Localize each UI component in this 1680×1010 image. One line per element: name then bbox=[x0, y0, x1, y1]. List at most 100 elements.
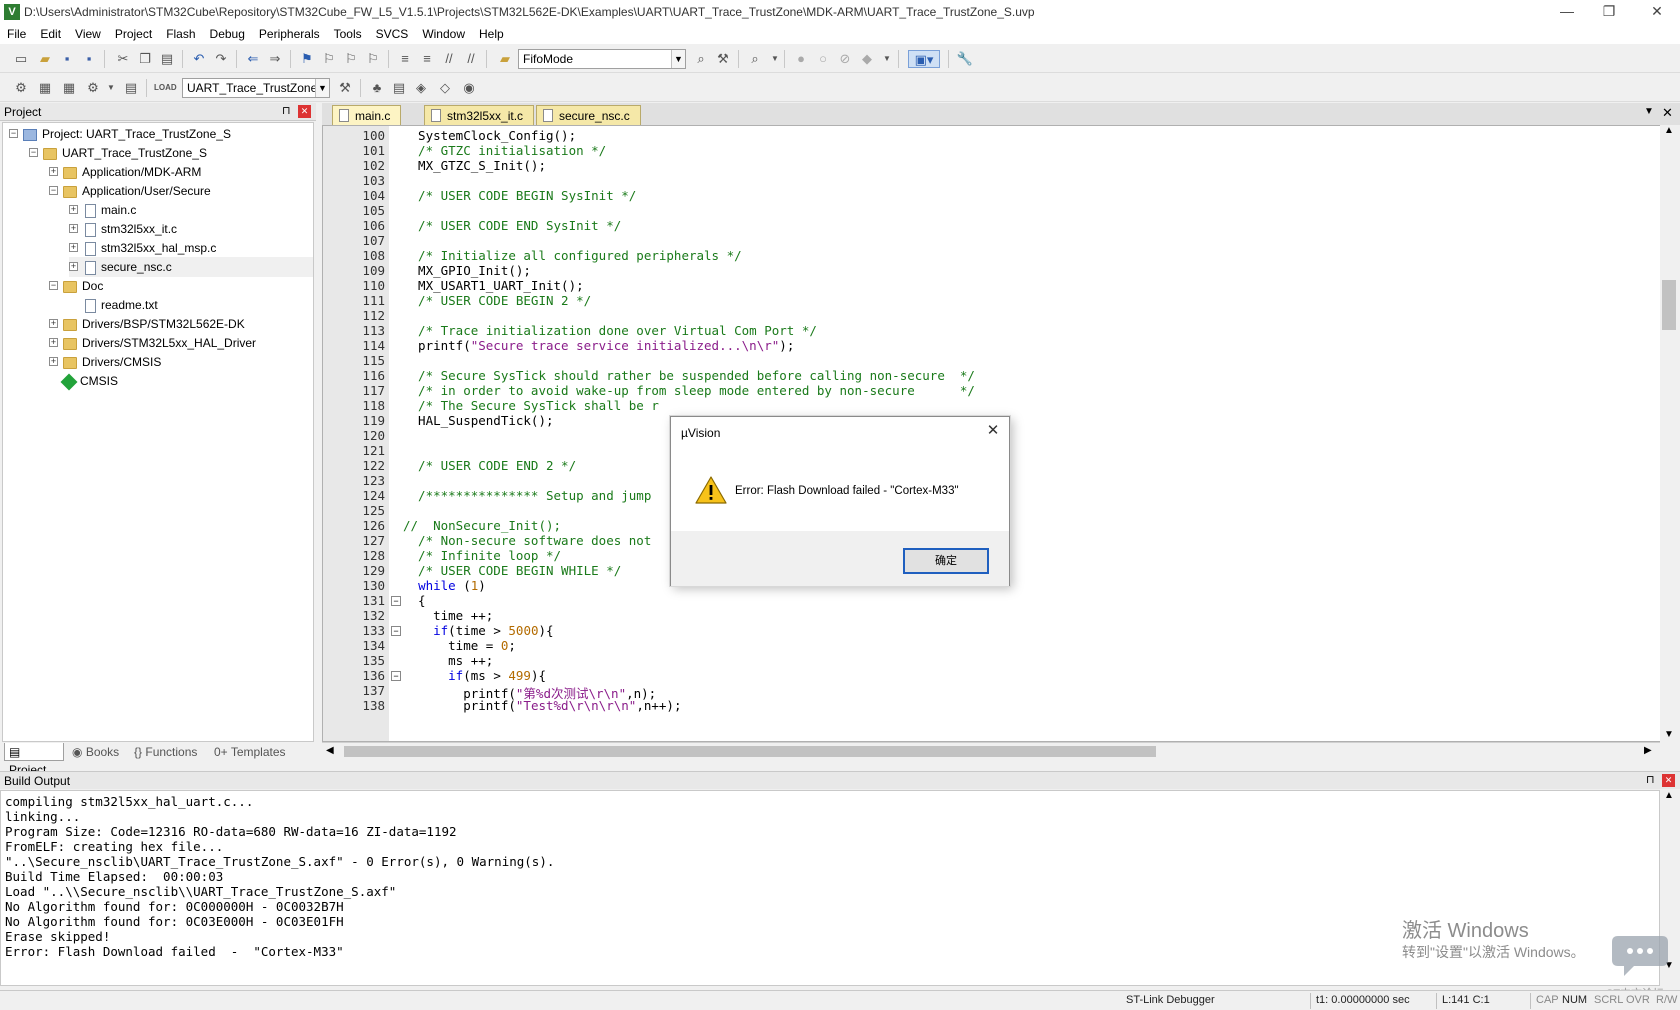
pin-icon[interactable]: ⊓ bbox=[1646, 773, 1655, 786]
next-bookmark-icon[interactable]: ⚐ bbox=[342, 50, 360, 68]
disable-all-breakpoints-icon[interactable]: ⊘ bbox=[836, 50, 854, 68]
tab-main-c[interactable]: main.c bbox=[332, 105, 402, 125]
dialog-close-icon[interactable]: ✕ bbox=[983, 421, 1003, 441]
menu-view[interactable]: View bbox=[68, 24, 108, 44]
debug-session-icon[interactable]: ⌕ bbox=[746, 50, 764, 68]
navigate-back-icon[interactable]: ⇐ bbox=[244, 50, 262, 68]
chevron-down-icon[interactable]: ▼ bbox=[671, 50, 685, 68]
manage-runtime-icon[interactable]: ▤ bbox=[390, 79, 408, 97]
collapse-icon[interactable]: − bbox=[29, 148, 38, 157]
select-packs-icon[interactable]: ◇ bbox=[436, 79, 454, 97]
new-file-icon[interactable]: ▭ bbox=[12, 50, 30, 68]
expand-icon[interactable]: + bbox=[49, 338, 58, 347]
close-pane-icon[interactable]: ✕ bbox=[1662, 774, 1675, 787]
scroll-left-icon[interactable]: ◀ bbox=[326, 745, 334, 756]
tab-templates[interactable]: 0+ Templates bbox=[210, 743, 290, 761]
tab-project[interactable]: ▤ Project bbox=[4, 743, 64, 777]
menu-window[interactable]: Window bbox=[415, 24, 472, 44]
tree-node-group[interactable]: + Drivers/BSP/STM32L562E-DK bbox=[49, 314, 245, 334]
paste-icon[interactable]: ▤ bbox=[158, 50, 176, 68]
prev-bookmark-icon[interactable]: ⚐ bbox=[320, 50, 338, 68]
expand-icon[interactable]: + bbox=[69, 262, 78, 271]
expand-icon[interactable]: + bbox=[69, 224, 78, 233]
expand-icon[interactable]: + bbox=[49, 167, 58, 176]
tree-node-file[interactable]: + stm32l5xx_it.c bbox=[69, 219, 177, 239]
menu-debug[interactable]: Debug bbox=[203, 24, 252, 44]
navigate-forward-icon[interactable]: ⇒ bbox=[266, 50, 284, 68]
rebuild-icon[interactable]: ▦ bbox=[60, 79, 78, 97]
scroll-up-icon[interactable]: ▲ bbox=[1664, 790, 1674, 801]
tree-node-file[interactable]: + stm32l5xx_hal_msp.c bbox=[69, 238, 216, 258]
pin-icon[interactable]: ⊓ bbox=[282, 104, 291, 117]
tree-node-cmsis[interactable]: CMSIS bbox=[49, 371, 118, 391]
save-icon[interactable]: ▪ bbox=[58, 50, 76, 68]
collapse-icon[interactable]: − bbox=[49, 186, 58, 195]
tree-node-group[interactable]: − Application/User/Secure bbox=[49, 181, 211, 201]
tree-node-file-selected[interactable]: + secure_nsc.c bbox=[69, 257, 313, 277]
menu-svcs[interactable]: SVCS bbox=[369, 24, 416, 44]
comment-icon[interactable]: // bbox=[440, 50, 458, 68]
chevron-down-icon[interactable]: ▼ bbox=[102, 79, 120, 97]
find-combo[interactable]: FifoMode ▼ bbox=[518, 49, 686, 69]
tree-node-file[interactable]: + main.c bbox=[69, 200, 136, 220]
menu-tools[interactable]: Tools bbox=[327, 24, 369, 44]
open-folder-icon[interactable]: ▰ bbox=[36, 50, 54, 68]
chevron-down-icon[interactable]: ▼ bbox=[766, 50, 784, 68]
batch-build-icon[interactable]: ⚙ bbox=[84, 79, 102, 97]
editor-vertical-scrollbar[interactable]: ▲ ▼ bbox=[1660, 125, 1678, 742]
software-packs-icon[interactable]: ◉ bbox=[460, 79, 478, 97]
close-editor-icon[interactable]: ✕ bbox=[1662, 105, 1673, 121]
cut-icon[interactable]: ✂ bbox=[114, 50, 132, 68]
undo-icon[interactable]: ↶ bbox=[190, 50, 208, 68]
chevron-down-icon[interactable]: ▼ bbox=[878, 50, 896, 68]
chevron-down-icon[interactable]: ▼ bbox=[315, 79, 329, 97]
tree-node-group[interactable]: − Doc bbox=[49, 276, 103, 296]
clear-bookmarks-icon[interactable]: ⚐ bbox=[364, 50, 382, 68]
menu-edit[interactable]: Edit bbox=[33, 24, 68, 44]
tab-secure-nsc-c[interactable]: secure_nsc.c bbox=[536, 105, 641, 125]
uncomment-icon[interactable]: // bbox=[462, 50, 480, 68]
menu-flash[interactable]: Flash bbox=[159, 24, 202, 44]
redo-icon[interactable]: ↷ bbox=[212, 50, 230, 68]
tree-node-group[interactable]: + Drivers/CMSIS bbox=[49, 352, 161, 372]
menu-file[interactable]: File bbox=[0, 24, 33, 44]
scroll-up-icon[interactable]: ▲ bbox=[1664, 125, 1674, 136]
tab-books[interactable]: ◉ Books bbox=[68, 743, 126, 761]
pack-installer-icon[interactable]: ◈ bbox=[412, 79, 430, 97]
restore-button[interactable]: ❐ bbox=[1586, 0, 1632, 24]
load-icon[interactable]: LOAD bbox=[154, 79, 177, 97]
close-window-button[interactable]: ✕ bbox=[1634, 0, 1680, 24]
expand-icon[interactable]: + bbox=[69, 243, 78, 252]
collapse-icon[interactable]: − bbox=[9, 129, 18, 138]
menu-project[interactable]: Project bbox=[108, 24, 159, 44]
tree-node-target[interactable]: − UART_Trace_TrustZone_S bbox=[29, 143, 207, 163]
tab-stm32l5xx-it-c[interactable]: stm32l5xx_it.c bbox=[424, 105, 535, 125]
ok-button[interactable]: 确定 bbox=[903, 548, 989, 574]
find-icon[interactable]: ⌕ bbox=[692, 50, 710, 68]
tab-functions[interactable]: {} Functions bbox=[130, 743, 206, 761]
stop-build-icon[interactable]: ▤ bbox=[122, 79, 140, 97]
configure-icon[interactable]: 🔧 bbox=[956, 50, 974, 68]
bookmark-icon[interactable]: ⚑ bbox=[298, 50, 316, 68]
expand-icon[interactable]: + bbox=[49, 357, 58, 366]
translate-icon[interactable]: ⚙ bbox=[12, 79, 30, 97]
incremental-find-icon[interactable]: ⚒ bbox=[714, 50, 732, 68]
scroll-down-icon[interactable]: ▼ bbox=[1664, 729, 1674, 740]
expand-icon[interactable]: + bbox=[49, 319, 58, 328]
editor-scroll-thumb[interactable] bbox=[1662, 280, 1676, 330]
tree-node-file[interactable]: readme.txt bbox=[69, 295, 158, 315]
expand-icon[interactable]: + bbox=[69, 205, 78, 214]
fold-toggle-icon[interactable]: − bbox=[391, 626, 401, 636]
menu-peripherals[interactable]: Peripherals bbox=[252, 24, 327, 44]
indent-icon[interactable]: ≡ bbox=[396, 50, 414, 68]
build-icon[interactable]: ▦ bbox=[36, 79, 54, 97]
tree-node-group[interactable]: + Application/MDK-ARM bbox=[49, 162, 201, 182]
kill-breakpoints-icon[interactable]: ◆ bbox=[858, 50, 876, 68]
save-all-icon[interactable]: ▪ bbox=[80, 50, 98, 68]
window-layout-icon[interactable]: ▣▾ bbox=[908, 50, 940, 68]
copy-icon[interactable]: ❐ bbox=[136, 50, 154, 68]
target-combo[interactable]: UART_Trace_TrustZone_S ▼ bbox=[182, 78, 330, 98]
menu-help[interactable]: Help bbox=[472, 24, 511, 44]
tree-node-group[interactable]: + Drivers/STM32L5xx_HAL_Driver bbox=[49, 333, 256, 353]
chevron-down-icon[interactable]: ▼ bbox=[1644, 106, 1654, 117]
